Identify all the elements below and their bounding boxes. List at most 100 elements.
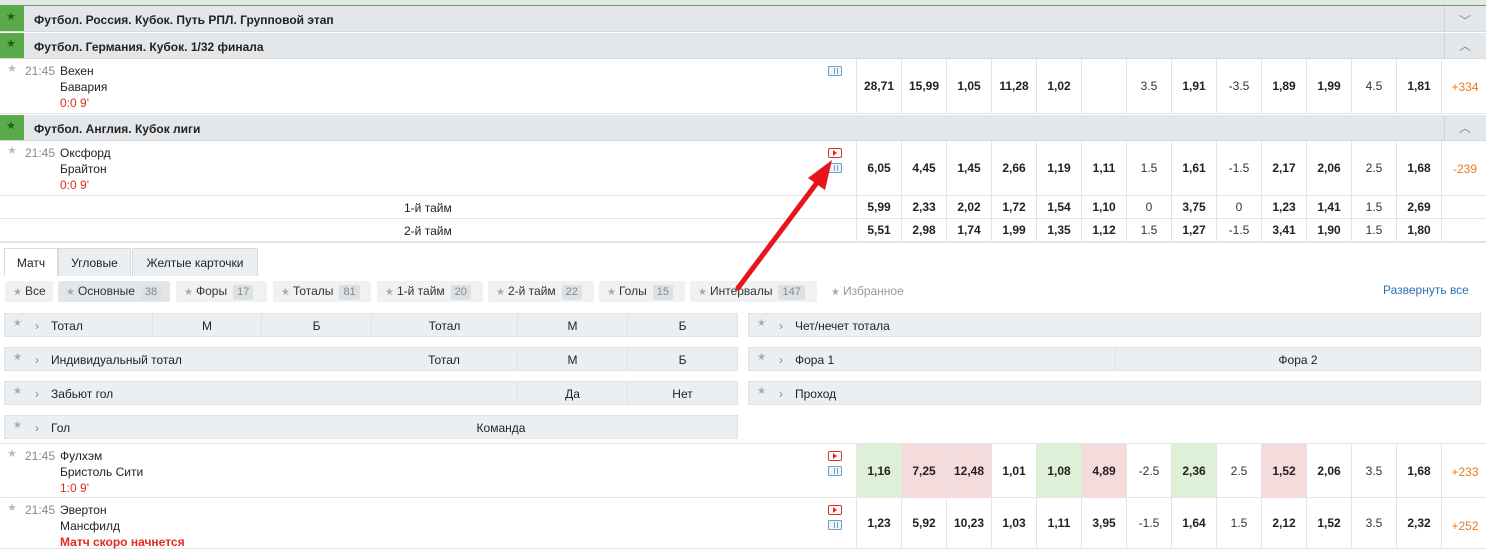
odds-cell[interactable]: 1.5 bbox=[1126, 141, 1171, 196]
more-markets-link[interactable]: +334 bbox=[1444, 80, 1486, 94]
odds-cell[interactable]: 1,01 bbox=[991, 444, 1036, 499]
odds-cell[interactable]: 1,11 bbox=[1036, 498, 1081, 549]
odds-cell[interactable]: 1.5 bbox=[1216, 498, 1261, 549]
odds-cell[interactable]: 11,28 bbox=[991, 59, 1036, 114]
market-pass[interactable]: ★ › Проход bbox=[748, 381, 1481, 405]
collapse-toggle[interactable]: ︿ bbox=[1444, 33, 1486, 58]
odds-cell[interactable]: 1,10 bbox=[1081, 196, 1126, 219]
odds-cell[interactable]: 1.5 bbox=[1351, 219, 1396, 242]
odds-cell[interactable]: 3,75 bbox=[1171, 196, 1216, 219]
odds-cell[interactable]: -1.5 bbox=[1216, 219, 1261, 242]
more-markets-link[interactable]: +252 bbox=[1444, 519, 1486, 533]
tab-yellow-cards[interactable]: Желтые карточки bbox=[132, 248, 258, 276]
odds-cell[interactable]: -1.5 bbox=[1126, 498, 1171, 549]
match-row[interactable]: ★ 21:45 Эвертон Мансфилд Матч скоро начн… bbox=[0, 498, 1486, 549]
odds-cell[interactable]: 1,41 bbox=[1306, 196, 1351, 219]
market-individual-total[interactable]: ★ › Индивидуальный тотал Тотал М Б bbox=[4, 347, 738, 371]
odds-cell[interactable]: 28,71 bbox=[856, 59, 901, 114]
odds-cell[interactable]: 1,74 bbox=[946, 219, 991, 242]
star-icon[interactable]: ★ bbox=[757, 380, 766, 404]
odds-cell[interactable]: 4.5 bbox=[1351, 59, 1396, 114]
league-star-tab[interactable]: ★ bbox=[0, 33, 24, 58]
tab-corners[interactable]: Угловые bbox=[58, 248, 131, 276]
star-icon[interactable]: ★ bbox=[757, 346, 766, 370]
team-home[interactable]: Вехен bbox=[60, 64, 94, 78]
filter-handicaps[interactable]: ★ Форы 17 bbox=[176, 281, 267, 302]
filter-main[interactable]: ★ Основные 38 bbox=[58, 281, 170, 302]
odds-cell[interactable]: 3.5 bbox=[1351, 498, 1396, 549]
star-icon[interactable]: ★ bbox=[13, 312, 22, 336]
odds-cell[interactable]: 1,02 bbox=[1036, 59, 1081, 114]
odds-cell[interactable]: 10,23 bbox=[946, 498, 991, 549]
filter-all[interactable]: ★ Все bbox=[5, 281, 53, 302]
more-markets-link[interactable]: -239 bbox=[1444, 162, 1486, 176]
odds-cell[interactable]: 1,35 bbox=[1036, 219, 1081, 242]
market-odd-even[interactable]: ★ › Чет/нечет тотала bbox=[748, 313, 1481, 337]
market-total[interactable]: ★ › Тотал М Б Тотал М Б bbox=[4, 313, 738, 337]
star-icon[interactable]: ★ bbox=[13, 346, 22, 370]
filter-intervals[interactable]: ★ Интервалы 147 bbox=[690, 281, 817, 302]
odds-cell[interactable]: 12,48 bbox=[946, 444, 991, 499]
odds-cell[interactable]: 2,32 bbox=[1396, 498, 1441, 549]
team-away[interactable]: Брайтон bbox=[60, 162, 107, 176]
odds-cell[interactable]: 1,27 bbox=[1171, 219, 1216, 242]
team-away[interactable]: Бристоль Сити bbox=[60, 465, 143, 479]
expand-all-link[interactable]: Развернуть все bbox=[1383, 283, 1469, 297]
odds-cell[interactable]: 1,81 bbox=[1396, 59, 1441, 114]
odds-cell[interactable]: 1,99 bbox=[1306, 59, 1351, 114]
odds-cell[interactable]: 4,45 bbox=[901, 141, 946, 196]
odds-cell[interactable]: 2,36 bbox=[1171, 444, 1216, 499]
odds-cell[interactable]: 1,12 bbox=[1081, 219, 1126, 242]
odds-cell[interactable]: 1,23 bbox=[856, 498, 901, 549]
collapse-toggle[interactable]: ︿ bbox=[1444, 115, 1486, 140]
odds-cell[interactable]: 1,52 bbox=[1306, 498, 1351, 549]
odds-cell[interactable]: 1.5 bbox=[1351, 196, 1396, 219]
team-home[interactable]: Фулхэм bbox=[60, 449, 102, 463]
statistics-icon[interactable] bbox=[828, 520, 842, 530]
star-icon[interactable]: ★ bbox=[7, 144, 17, 157]
league-row[interactable]: ★ Футбол. Германия. Кубок. 1/32 финала ︿ bbox=[0, 33, 1486, 59]
filter-totals[interactable]: ★ Тоталы 81 bbox=[273, 281, 371, 302]
odds-cell[interactable]: 1,11 bbox=[1081, 141, 1126, 196]
odds-cell[interactable]: 5,99 bbox=[856, 196, 901, 219]
odds-cell[interactable]: 1,72 bbox=[991, 196, 1036, 219]
odds-cell[interactable]: -3.5 bbox=[1216, 59, 1261, 114]
odds-cell[interactable]: 1,80 bbox=[1396, 219, 1441, 242]
statistics-icon[interactable] bbox=[828, 66, 842, 76]
odds-cell[interactable]: 5,51 bbox=[856, 219, 901, 242]
filter-second-half[interactable]: ★ 2-й тайм 22 bbox=[488, 281, 594, 302]
league-star-tab[interactable]: ★ bbox=[0, 6, 24, 31]
odds-cell[interactable]: 5,92 bbox=[901, 498, 946, 549]
match-row[interactable]: ★ 21:45 Вехен Бавария 0:0 9' +334 28,71 1… bbox=[0, 59, 1486, 114]
team-away[interactable]: Бавария bbox=[60, 80, 107, 94]
league-row[interactable]: ★ Футбол. Англия. Кубок лиги ︿ bbox=[0, 115, 1486, 141]
odds-cell[interactable]: 2,06 bbox=[1306, 141, 1351, 196]
star-icon[interactable]: ★ bbox=[7, 447, 17, 460]
odds-cell[interactable]: 1.5 bbox=[1126, 219, 1171, 242]
statistics-icon[interactable] bbox=[828, 163, 842, 173]
odds-cell[interactable]: 1,16 bbox=[856, 444, 901, 499]
odds-cell[interactable]: 2,17 bbox=[1261, 141, 1306, 196]
market-will-score[interactable]: ★ › Забьют гол Да Нет bbox=[4, 381, 738, 405]
odds-cell[interactable]: 1,05 bbox=[946, 59, 991, 114]
odds-cell[interactable]: 7,25 bbox=[901, 444, 946, 499]
odds-cell[interactable]: 4,89 bbox=[1081, 444, 1126, 499]
odds-cell[interactable]: 1,45 bbox=[946, 141, 991, 196]
filter-favorites[interactable]: ★ Избранное bbox=[823, 281, 915, 302]
odds-cell[interactable]: 2,12 bbox=[1261, 498, 1306, 549]
league-star-tab[interactable]: ★ bbox=[0, 115, 24, 140]
team-home[interactable]: Оксфорд bbox=[60, 146, 111, 160]
filter-first-half[interactable]: ★ 1-й тайм 20 bbox=[377, 281, 483, 302]
filter-goals[interactable]: ★ Голы 15 bbox=[599, 281, 685, 302]
tab-match[interactable]: Матч bbox=[4, 248, 58, 276]
odds-cell[interactable]: 3,41 bbox=[1261, 219, 1306, 242]
star-icon[interactable]: ★ bbox=[7, 62, 17, 75]
team-away[interactable]: Мансфилд bbox=[60, 519, 120, 533]
live-video-icon[interactable] bbox=[828, 148, 842, 158]
odds-cell[interactable]: 2.5 bbox=[1216, 444, 1261, 499]
league-row[interactable]: ★ Футбол. Россия. Кубок. Путь РПЛ. Групп… bbox=[0, 6, 1486, 32]
odds-cell[interactable]: 3.5 bbox=[1351, 444, 1396, 499]
odds-cell[interactable]: 2,98 bbox=[901, 219, 946, 242]
odds-cell[interactable]: 0 bbox=[1126, 196, 1171, 219]
odds-cell[interactable]: 1,64 bbox=[1171, 498, 1216, 549]
